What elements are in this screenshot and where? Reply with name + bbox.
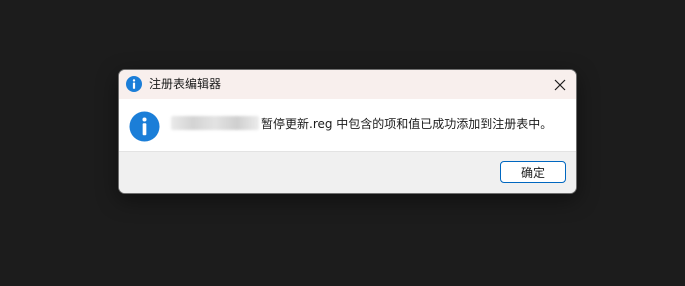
info-icon	[126, 76, 142, 92]
registry-editor-dialog: 注册表编辑器 暂停更新.reg 中包含的项和值已成功添加到注册表中。 确定	[118, 69, 577, 194]
dialog-title: 注册表编辑器	[149, 77, 222, 91]
dialog-content: 暂停更新.reg 中包含的项和值已成功添加到注册表中。	[119, 99, 576, 152]
dialog-message: 暂停更新.reg 中包含的项和值已成功添加到注册表中。	[171, 114, 552, 134]
close-button[interactable]	[544, 70, 576, 99]
ok-button[interactable]: 确定	[500, 161, 566, 183]
redacted-filename	[171, 116, 259, 130]
message-text: 暂停更新.reg 中包含的项和值已成功添加到注册表中。	[261, 117, 553, 131]
close-icon	[554, 79, 566, 90]
dialog-titlebar[interactable]: 注册表编辑器	[119, 70, 576, 99]
info-icon	[129, 111, 160, 142]
dialog-footer: 确定	[119, 151, 576, 193]
